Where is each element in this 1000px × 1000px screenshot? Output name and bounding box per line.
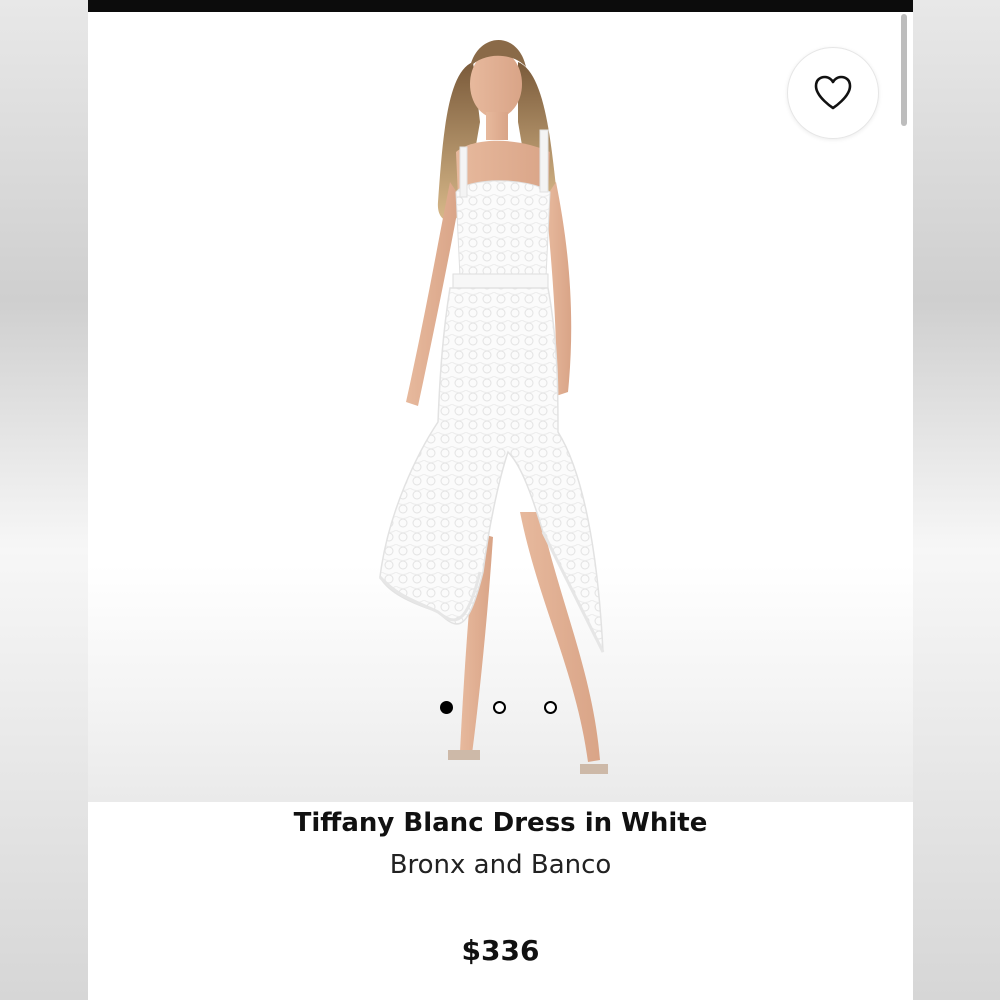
- background-blur-right: [912, 0, 1000, 1000]
- scrollbar[interactable]: [901, 14, 907, 126]
- product-title[interactable]: Tiffany Blanc Dress in White: [88, 808, 913, 838]
- carousel-dot-2[interactable]: [493, 701, 506, 714]
- carousel-dot-3[interactable]: [544, 701, 557, 714]
- model-dress-illustration: [378, 39, 608, 774]
- background-blur-left: [0, 0, 88, 1000]
- heart-outline-icon: [814, 75, 852, 110]
- carousel-dot-1[interactable]: [440, 701, 453, 714]
- product-price: $336: [461, 934, 540, 967]
- favorite-button[interactable]: [787, 47, 879, 139]
- phone-screen: Tiffany Blanc Dress in White Bronx and B…: [88, 0, 913, 1000]
- product-brand[interactable]: Bronx and Banco: [88, 850, 913, 880]
- status-bar: [88, 0, 913, 12]
- product-image[interactable]: [88, 12, 913, 802]
